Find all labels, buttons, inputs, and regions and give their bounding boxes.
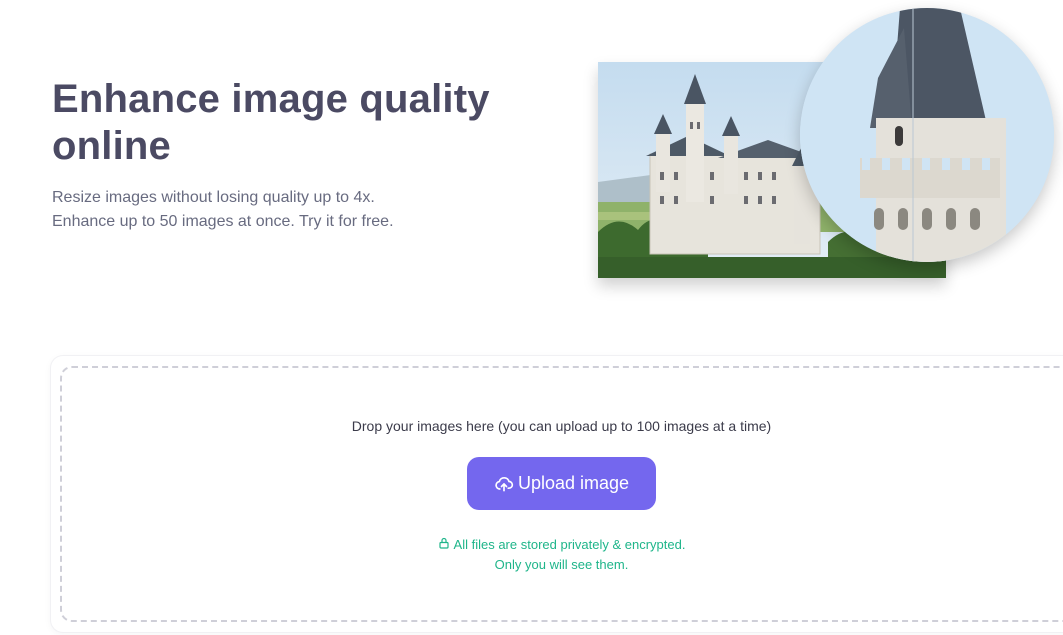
upload-image-button[interactable]: Upload image [467, 457, 656, 510]
zoom-lens [800, 8, 1054, 262]
upload-image-button-label: Upload image [517, 473, 630, 493]
hero-subtitle: Resize images without losing quality up … [52, 186, 532, 234]
hero-subtitle-line-1: Resize images without losing quality up … [52, 189, 375, 206]
privacy-notice-line-1: All files are stored privately & encrypt… [380, 535, 743, 555]
hero-subtitle-line-2: Enhance up to 50 images at once. Try it … [52, 213, 394, 230]
hero-illustration [596, 0, 1063, 300]
lock-icon [438, 535, 450, 555]
cloud-upload-icon [494, 474, 514, 494]
page-title: Enhance image quality online [52, 77, 490, 168]
privacy-notice: All files are stored privately & encrypt… [380, 535, 743, 575]
privacy-text-1: All files are stored privately & encrypt… [453, 537, 686, 552]
drop-instructions: Drop your images here (you can upload up… [351, 418, 772, 434]
privacy-text-2: Only you will see them. [494, 557, 629, 572]
page: Enhance image quality online Resize imag… [0, 0, 1063, 635]
